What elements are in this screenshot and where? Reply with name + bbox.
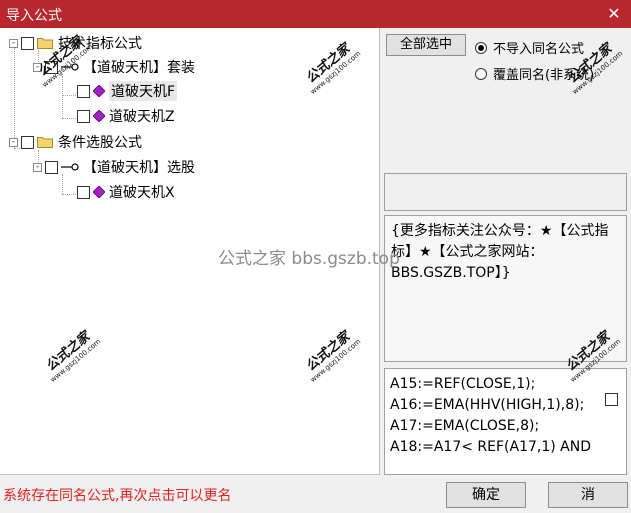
folder-checkbox[interactable]	[45, 60, 58, 74]
collapse-toggle[interactable]: -	[9, 38, 18, 48]
key-icon	[61, 163, 79, 171]
tree-item-x[interactable]: 道破天机X	[77, 181, 175, 203]
radio-button[interactable]	[475, 67, 487, 80]
code-line: A16:=EMA(HHV(HIGH,1),8);	[390, 397, 585, 413]
code-line: A17:=EMA(CLOSE,8);	[390, 418, 540, 434]
gem-icon	[93, 110, 105, 122]
tree-item-label: 道破天机F	[109, 81, 178, 101]
radio-label: 不导入同名公式	[493, 42, 585, 57]
key-icon	[61, 63, 79, 71]
group-checkbox[interactable]	[21, 36, 34, 50]
folder-checkbox[interactable]	[45, 160, 58, 174]
tree-line	[62, 194, 76, 195]
folder-icon	[37, 137, 53, 148]
code-line: A18:=A17< REF(A17,1) AND	[390, 439, 591, 455]
item-checkbox[interactable]	[77, 109, 90, 123]
select-all-button[interactable]: 全部选中	[386, 34, 466, 56]
collapse-toggle[interactable]: -	[33, 62, 42, 72]
formula-tree: - 技术指标公式 - 【道破天机】套装 道破天机F 道破天机Z - 条件选股公式…	[0, 28, 380, 475]
tree-item-label: 道破天机X	[109, 185, 175, 201]
collapse-toggle[interactable]: -	[33, 162, 42, 172]
item-checkbox[interactable]	[77, 185, 90, 199]
options-panel: 全部选中 不导入同名公式 覆盖同名(非系统) {更多指标关注公众号：★【公式指标…	[382, 28, 631, 475]
tree-line	[62, 76, 63, 118]
gem-icon	[93, 186, 105, 198]
radio-no-import[interactable]: 不导入同名公式	[475, 38, 584, 57]
tree-group-label: 技术指标公式	[58, 36, 142, 52]
radio-button[interactable]	[475, 41, 487, 54]
folder-icon	[37, 38, 53, 49]
tree-folder-label: 【道破天机】选股	[83, 160, 195, 176]
code-line: A15:=REF(CLOSE,1);	[390, 376, 536, 392]
window-title: 导入公式	[6, 8, 62, 24]
formula-description: {更多指标关注公众号：★【公式指标】★【公式之家网站：BBS.GSZB.TOP】…	[384, 215, 627, 362]
cancel-button[interactable]: 消	[548, 482, 628, 508]
item-checkbox[interactable]	[77, 84, 90, 98]
tree-item-z[interactable]: 道破天机Z	[77, 105, 175, 127]
preview-checkbox[interactable]	[605, 393, 618, 406]
radio-overwrite[interactable]: 覆盖同名(非系统)	[475, 64, 594, 83]
gem-icon	[93, 85, 105, 97]
tree-line	[62, 118, 76, 119]
tree-line	[62, 95, 76, 96]
formula-code-preview[interactable]: A15:=REF(CLOSE,1); A16:=EMA(HHV(HIGH,1),…	[384, 368, 627, 475]
tree-folder-label: 【道破天机】套装	[83, 60, 195, 76]
tree-item-label: 道破天机Z	[109, 109, 175, 125]
tree-group-screening[interactable]: - 条件选股公式	[9, 131, 142, 153]
radio-label: 覆盖同名(非系统)	[493, 68, 595, 83]
tree-group-label: 条件选股公式	[58, 135, 142, 151]
tree-folder-screening[interactable]: - 【道破天机】选股	[33, 156, 195, 178]
status-message: 系统存在同名公式,再次点击可以更名	[3, 488, 232, 504]
info-box	[384, 173, 627, 211]
tree-folder-suite[interactable]: - 【道破天机】套装	[33, 56, 195, 78]
tree-group-indicators[interactable]: - 技术指标公式	[9, 32, 142, 54]
title-bar: 导入公式 ✕	[0, 0, 631, 28]
ok-button[interactable]: 确定	[446, 482, 526, 508]
group-checkbox[interactable]	[21, 135, 34, 149]
close-button[interactable]: ✕	[597, 0, 631, 28]
tree-item-f[interactable]: 道破天机F	[77, 80, 178, 102]
collapse-toggle[interactable]: -	[9, 137, 18, 147]
